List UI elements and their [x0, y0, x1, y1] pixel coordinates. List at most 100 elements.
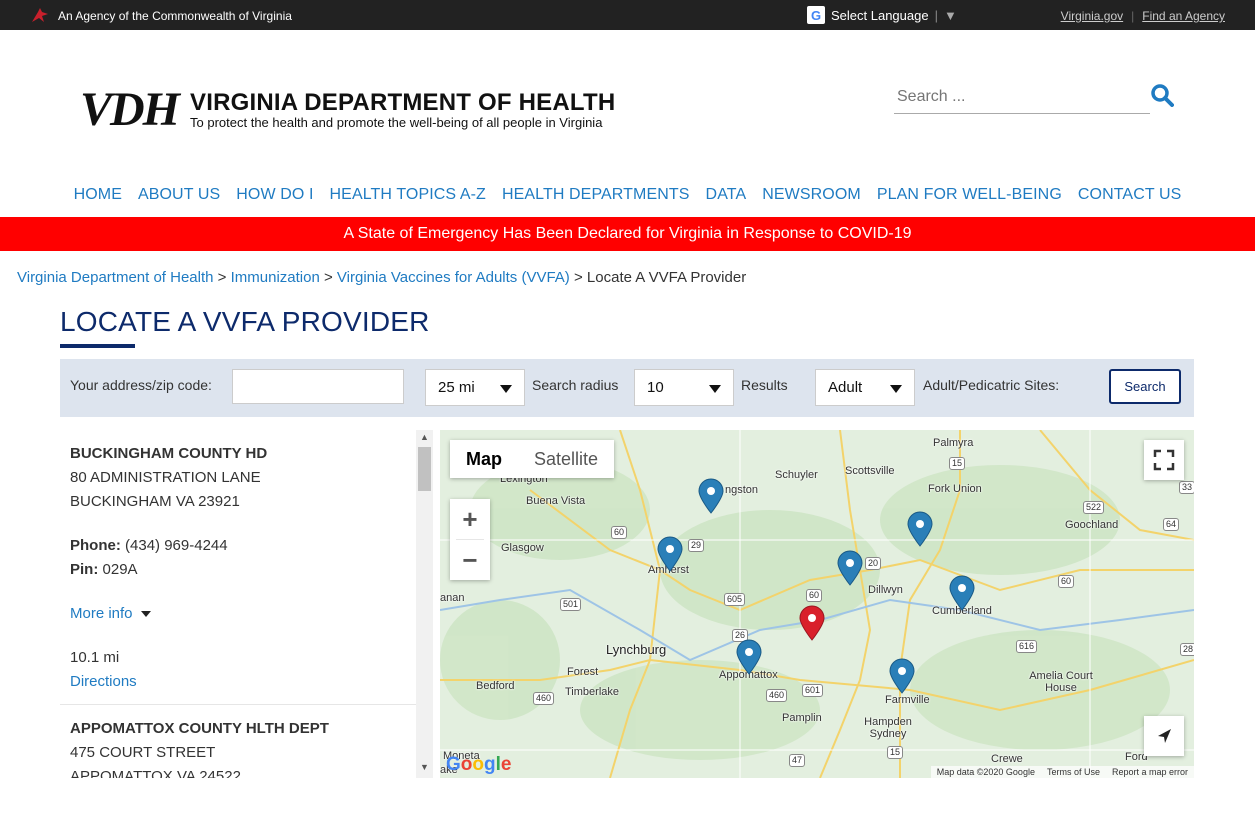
- topbar-links: Virginia.gov | Find an Agency: [1061, 9, 1225, 23]
- provider-phone: Phone: (434) 969-4244: [70, 534, 406, 558]
- language-selector[interactable]: G Select Language | ▼: [807, 6, 957, 24]
- breadcrumb-vdh[interactable]: Virginia Department of Health: [17, 269, 214, 286]
- directions-link[interactable]: Directions: [70, 673, 137, 690]
- chevron-down-icon: [709, 385, 721, 393]
- provider-marker[interactable]: [736, 639, 762, 675]
- route-shield: 47: [789, 754, 806, 767]
- map-place-label: Scottsville: [845, 465, 895, 477]
- caret-down-icon[interactable]: [140, 611, 151, 617]
- zoom-out-button[interactable]: −: [450, 540, 490, 580]
- nav-how-do-i[interactable]: HOW DO I: [236, 186, 313, 204]
- map-type-map-button[interactable]: Map: [450, 440, 518, 478]
- provider-marker[interactable]: [698, 478, 724, 514]
- top-bar: An Agency of the Commonwealth of Virgini…: [0, 0, 1255, 30]
- map-place-label: Goochland: [1065, 519, 1119, 531]
- provider-address-line1: 475 COURT STREET: [70, 744, 216, 761]
- site-type-value: Adult: [828, 379, 863, 396]
- nav-home[interactable]: HOME: [74, 186, 122, 204]
- route-shield: 60: [611, 526, 628, 539]
- address-label: Your address/zip code:: [70, 377, 212, 393]
- map-place-label: Buena Vista: [526, 495, 586, 507]
- map-place-label: Lynchburg: [606, 642, 667, 657]
- more-info-link[interactable]: More info: [70, 602, 133, 626]
- search-input[interactable]: [894, 85, 1124, 109]
- map-place-label: anan: [440, 592, 465, 604]
- chevron-down-icon[interactable]: ▼: [944, 8, 957, 23]
- map-attribution: Map data ©2020 Google Terms of Use Repor…: [930, 766, 1194, 778]
- list-item[interactable]: BUCKINGHAM COUNTY HD 80 ADMINISTRATION L…: [60, 430, 416, 705]
- zoom-in-button[interactable]: +: [450, 499, 490, 539]
- provider-marker[interactable]: [657, 536, 683, 572]
- radius-label: Search radius: [532, 377, 619, 393]
- logo-name: VIRGINIA DEPARTMENT OF HEALTH: [190, 88, 616, 116]
- cardinal-icon: [32, 8, 48, 22]
- search-icon[interactable]: [1150, 83, 1174, 107]
- find-agency-link[interactable]: Find an Agency: [1142, 9, 1225, 23]
- phone-number: (434) 969-4244: [125, 537, 228, 554]
- my-location-button[interactable]: [1144, 716, 1184, 756]
- fullscreen-icon: [1153, 449, 1175, 471]
- link-divider: |: [1131, 9, 1135, 23]
- map-type-control: Map Satellite: [450, 440, 615, 478]
- provider-address-line2: BUCKINGHAM VA 23921: [70, 493, 240, 510]
- list-scrollbar[interactable]: ▲ ▼: [416, 430, 433, 778]
- map-place-label: Forest: [567, 666, 599, 678]
- provider-name: BUCKINGHAM COUNTY HD: [70, 445, 268, 462]
- map-terrain: [440, 430, 1194, 778]
- route-shield: 460: [533, 692, 555, 705]
- provider-marker[interactable]: [837, 550, 863, 586]
- chevron-down-icon: [890, 385, 902, 393]
- radius-select[interactable]: 25 mi: [425, 369, 525, 406]
- origin-marker[interactable]: [799, 605, 825, 641]
- nav-data[interactable]: DATA: [706, 186, 747, 204]
- scrollbar-thumb[interactable]: [418, 447, 431, 491]
- map-place-label: Farmville: [885, 694, 930, 706]
- pin-value: 029A: [102, 561, 138, 578]
- address-input[interactable]: [232, 369, 404, 404]
- more-info-toggle[interactable]: More info: [70, 602, 406, 626]
- nav-about-us[interactable]: ABOUT US: [138, 186, 220, 204]
- virginia-gov-link[interactable]: Virginia.gov: [1061, 9, 1123, 23]
- scroll-up-icon[interactable]: ▲: [416, 432, 433, 446]
- provider-map[interactable]: Palmyra Lexington Schuyler Scottsville F…: [440, 430, 1194, 778]
- language-label[interactable]: Select Language: [831, 8, 929, 23]
- language-divider: |: [934, 7, 938, 23]
- nav-newsroom[interactable]: NEWSROOM: [762, 186, 861, 204]
- route-shield: 605: [724, 593, 746, 606]
- report-map-error-link[interactable]: Report a map error: [1112, 767, 1188, 777]
- search-button[interactable]: Search: [1109, 369, 1181, 404]
- provider-list[interactable]: BUCKINGHAM COUNTY HD 80 ADMINISTRATION L…: [60, 430, 416, 778]
- map-type-satellite-button[interactable]: Satellite: [518, 440, 614, 478]
- provider-marker[interactable]: [907, 511, 933, 547]
- provider-marker[interactable]: [949, 575, 975, 611]
- nav-contact-us[interactable]: CONTACT US: [1078, 186, 1182, 204]
- provider-marker[interactable]: [889, 658, 915, 694]
- route-shield: 28: [1180, 643, 1194, 656]
- nav-health-departments[interactable]: HEALTH DEPARTMENTS: [502, 186, 690, 204]
- emergency-alert-banner[interactable]: A State of Emergency Has Been Declared f…: [0, 217, 1255, 251]
- route-shield: 33: [1179, 481, 1194, 494]
- scroll-down-icon[interactable]: ▼: [416, 762, 433, 776]
- breadcrumb-immunization[interactable]: Immunization: [231, 269, 320, 286]
- map-place-label: Palmyra: [933, 437, 974, 449]
- nav-plan-for-well-being[interactable]: PLAN FOR WELL-BEING: [877, 186, 1062, 204]
- terms-of-use-link[interactable]: Terms of Use: [1047, 767, 1100, 777]
- map-place-label: Crewe: [991, 753, 1023, 765]
- fullscreen-button[interactable]: [1144, 440, 1184, 480]
- map-place-label: Glasgow: [501, 542, 544, 554]
- nav-health-topics[interactable]: HEALTH TOPICS A-Z: [330, 186, 486, 204]
- provider-name: APPOMATTOX COUNTY HLTH DEPT: [70, 720, 329, 737]
- vdh-logo[interactable]: VDH VIRGINIA DEPARTMENT OF HEALTH To pro…: [80, 86, 615, 134]
- route-shield: 601: [802, 684, 824, 697]
- location-arrow-icon: [1158, 729, 1171, 743]
- results-select[interactable]: 10: [634, 369, 734, 406]
- search-filter-bar: Your address/zip code: 25 mi Search radi…: [60, 359, 1194, 417]
- list-item[interactable]: APPOMATTOX COUNTY HLTH DEPT 475 COURT ST…: [60, 705, 416, 778]
- title-underline: [60, 344, 135, 348]
- map-place-label: Bedford: [476, 680, 515, 692]
- route-shield: 29: [688, 539, 705, 552]
- breadcrumb-separator: >: [573, 269, 583, 286]
- breadcrumb-vvfa[interactable]: Virginia Vaccines for Adults (VVFA): [337, 269, 570, 286]
- site-type-select[interactable]: Adult: [815, 369, 915, 406]
- route-shield: 15: [949, 457, 966, 470]
